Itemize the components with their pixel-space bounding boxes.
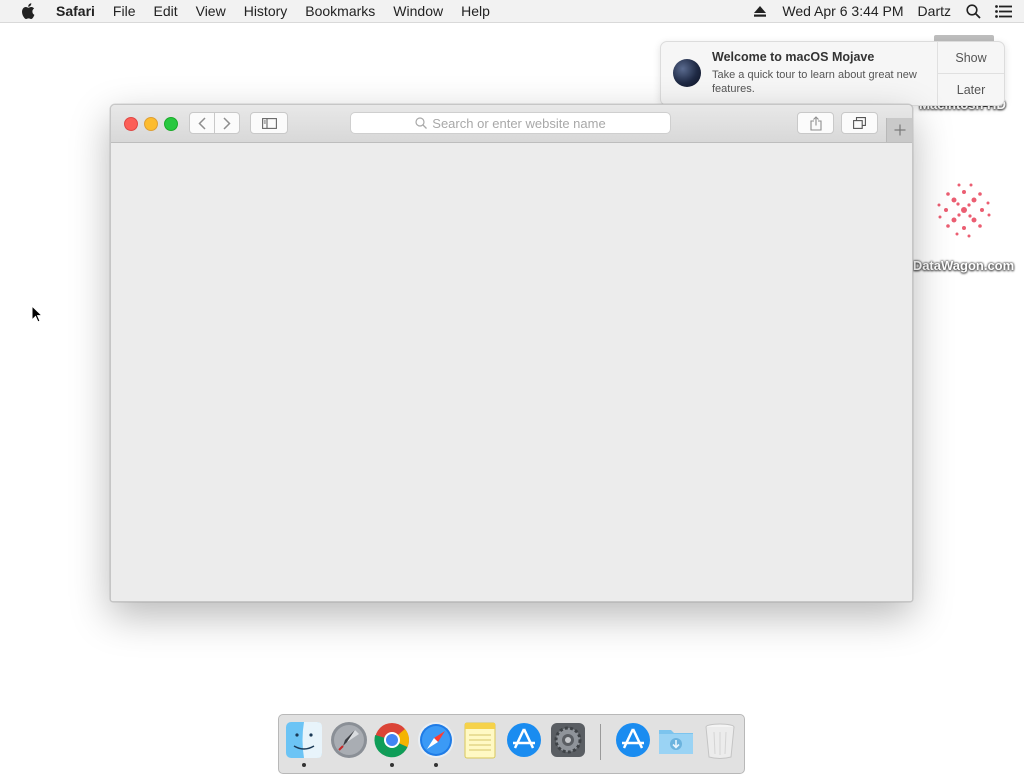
dock-item-trash[interactable] [700, 720, 740, 760]
address-bar[interactable]: Search or enter website name [350, 112, 671, 134]
desktop-icon-datawagon[interactable]: DataWagon.com [903, 170, 1024, 273]
eject-icon [754, 5, 767, 17]
finder-icon [286, 722, 322, 758]
image-file-icon [937, 183, 990, 238]
tabs-overview-button[interactable] [841, 112, 878, 134]
new-tab-button[interactable] [886, 118, 912, 142]
spotlight-button[interactable] [958, 3, 988, 19]
safari-icon [418, 722, 454, 758]
dock-item-launchpad[interactable] [329, 720, 369, 760]
notification-title: Welcome to macOS Mojave [712, 50, 875, 64]
sidebar-icon [261, 117, 277, 129]
dock-separator [600, 724, 601, 760]
mouse-pointer-icon [31, 305, 43, 323]
launchpad-icon [331, 722, 367, 758]
trash-icon [705, 723, 735, 759]
notification-show-button[interactable]: Show [938, 42, 1004, 73]
apple-menu[interactable] [0, 3, 56, 19]
desktop-icon-label: DataWagon.com [912, 258, 1015, 273]
dock-item-chrome[interactable] [372, 720, 412, 760]
forward-icon [223, 116, 231, 130]
tabs-overview-icon [853, 117, 866, 129]
notification-banner[interactable]: Welcome to macOS Mojave Take a quick tou… [660, 41, 1005, 106]
dock-item-applications[interactable] [613, 720, 653, 760]
eject-menu[interactable] [745, 5, 775, 17]
chrome-icon [374, 723, 410, 758]
safari-toolbar: Search or enter website name [111, 105, 912, 143]
menu-app-name[interactable]: Safari [56, 0, 104, 22]
applications-folder-icon [616, 723, 650, 757]
macos-mojave-icon [673, 59, 701, 87]
app-store-icon [507, 723, 541, 757]
menu-file[interactable]: File [104, 0, 145, 22]
dock-running-indicator [434, 763, 438, 767]
search-icon [415, 117, 428, 129]
dock-item-downloads[interactable] [656, 720, 696, 760]
menu-clock[interactable]: Wed Apr 6 3:44 PM [775, 0, 910, 22]
back-button[interactable] [189, 112, 215, 134]
web-content-area[interactable] [111, 143, 912, 601]
menu-history[interactable]: History [235, 0, 297, 22]
address-bar-placeholder: Search or enter website name [432, 115, 606, 131]
menu-view[interactable]: View [187, 0, 235, 22]
notification-actions: Show Later [937, 42, 1004, 105]
downloads-folder-icon [659, 730, 693, 754]
dock-item-safari[interactable] [416, 720, 456, 760]
notification-center-icon [994, 4, 1012, 18]
dock-running-indicator [302, 763, 306, 767]
back-icon [198, 116, 206, 130]
dock [278, 714, 745, 774]
share-button[interactable] [797, 112, 834, 134]
notification-later-button[interactable]: Later [938, 73, 1004, 105]
fullscreen-window-button[interactable] [164, 117, 178, 131]
menu-bookmarks[interactable]: Bookmarks [296, 0, 384, 22]
menu-edit[interactable]: Edit [144, 0, 186, 22]
new-tab-icon [894, 124, 905, 136]
menu-help[interactable]: Help [452, 0, 499, 22]
sidebar-button[interactable] [250, 112, 288, 134]
minimize-window-button[interactable] [144, 117, 158, 131]
notes-icon [464, 722, 496, 759]
system-preferences-icon [551, 723, 585, 757]
share-icon [809, 115, 822, 131]
menu-window[interactable]: Window [384, 0, 452, 22]
dock-item-app-store[interactable] [504, 720, 544, 760]
apple-icon [22, 3, 35, 19]
menu-user[interactable]: Dartz [911, 0, 958, 22]
spotlight-icon [965, 3, 981, 19]
dock-item-system-preferences[interactable] [548, 720, 588, 760]
forward-button[interactable] [214, 112, 240, 134]
notification-center-button[interactable] [988, 4, 1018, 18]
safari-window: Search or enter website name [110, 104, 913, 602]
notification-body: Take a quick tour to learn about great n… [712, 69, 917, 95]
dock-item-finder[interactable] [284, 720, 324, 760]
dock-item-notes[interactable] [460, 720, 500, 760]
menu-bar: Safari File Edit View History Bookmarks … [0, 0, 1024, 23]
close-window-button[interactable] [124, 117, 138, 131]
dock-running-indicator [390, 763, 394, 767]
